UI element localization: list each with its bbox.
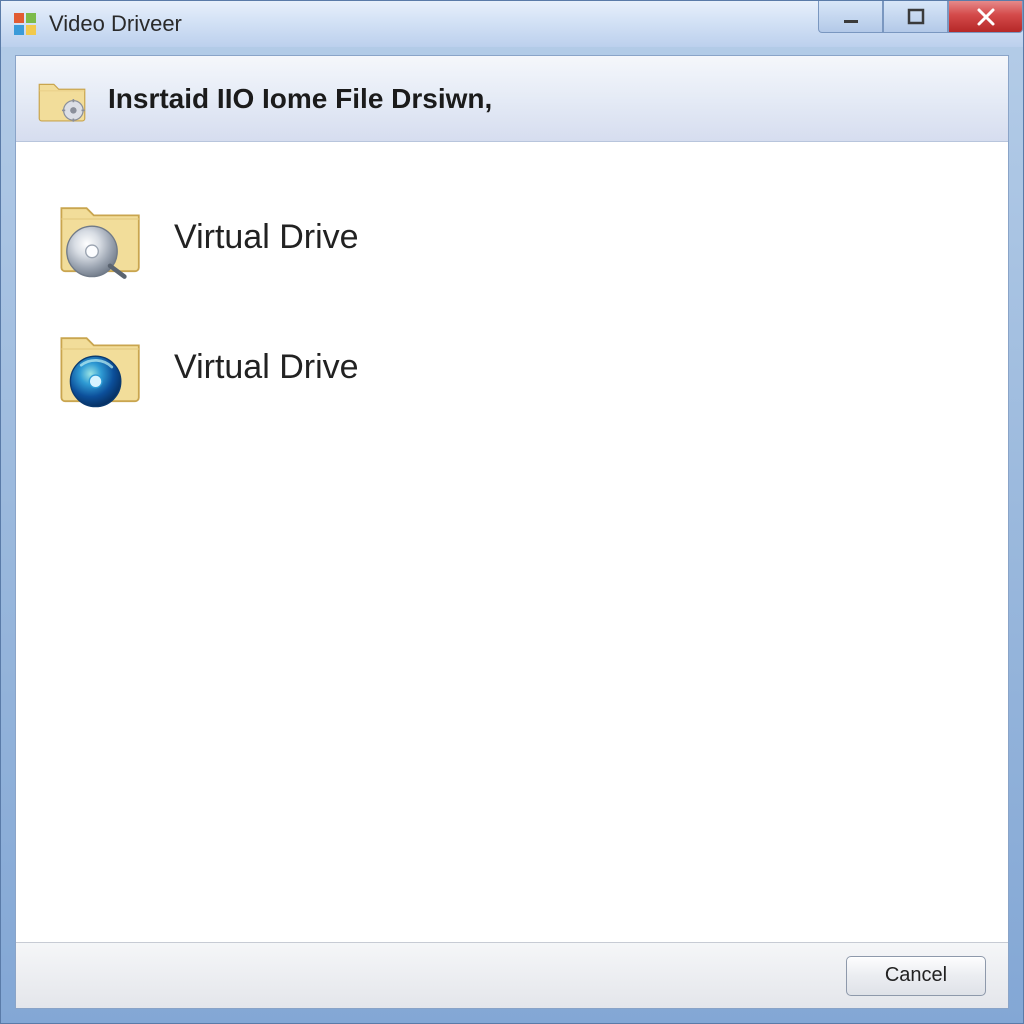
window-title: Video Driveer [49, 11, 182, 37]
footer-bar: Cancel [16, 942, 1008, 1008]
list-item-label: Virtual Drive [174, 348, 359, 387]
client-area: Insrtaid IIO Iome File Drsiwn, [15, 55, 1009, 1009]
minimize-button[interactable] [818, 1, 883, 33]
folder-disc-blue-icon [56, 322, 146, 412]
content-list: Virtual Drive [16, 142, 1008, 942]
list-item-label: Virtual Drive [174, 218, 359, 257]
close-button[interactable] [948, 1, 1023, 33]
list-item[interactable]: Virtual Drive [56, 302, 968, 432]
list-item[interactable]: Virtual Drive [56, 172, 968, 302]
window-controls [818, 1, 1023, 33]
app-icon [13, 12, 37, 36]
folder-settings-icon [36, 73, 88, 125]
titlebar[interactable]: Video Driveer [1, 1, 1023, 47]
maximize-button[interactable] [883, 1, 948, 33]
header-bar: Insrtaid IIO Iome File Drsiwn, [16, 56, 1008, 142]
window-frame: Video Driveer [0, 0, 1024, 1024]
cancel-button[interactable]: Cancel [846, 956, 986, 996]
page-title: Insrtaid IIO Iome File Drsiwn, [108, 83, 492, 115]
folder-disc-silver-icon [56, 192, 146, 282]
